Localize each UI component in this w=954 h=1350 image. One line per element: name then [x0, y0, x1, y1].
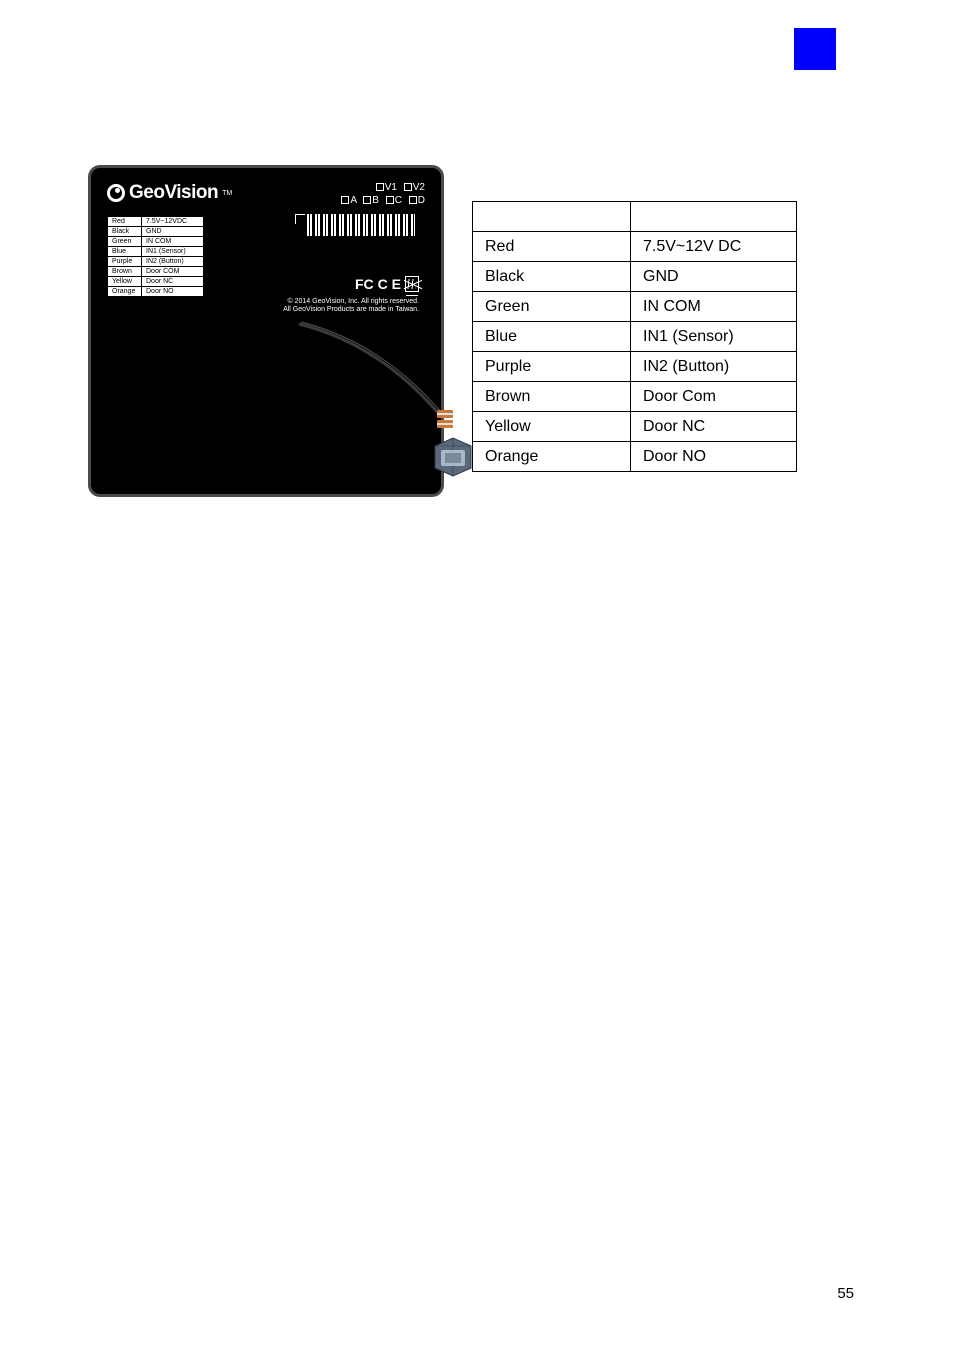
table-row: BlueIN1 (Sensor) — [473, 322, 797, 352]
brand-text: GeoVision — [129, 182, 218, 204]
table-row: BrownDoor Com — [473, 382, 797, 412]
table-row: PurpleIN2 (Button) — [473, 352, 797, 382]
table-row: YellowDoor NC — [108, 277, 204, 287]
table-row: OrangeDoor NO — [473, 442, 797, 472]
brand-logo: GeoVision TM — [107, 182, 232, 204]
wire-definition-table: Red7.5V~12V DC BlackGND GreenIN COM Blue… — [472, 201, 797, 472]
content-row: GeoVision TM V1 V2 A B C D — [88, 165, 797, 497]
table-row: OrangeDoor NO — [108, 287, 204, 297]
table-row: BlackGND — [108, 227, 204, 237]
certification-icons: FC C E — [355, 276, 419, 292]
ce-icon: C E — [378, 276, 401, 292]
table-header-row — [473, 202, 797, 232]
table-row: Red7.5V~12VDC — [108, 217, 204, 227]
table-row: Red7.5V~12V DC — [473, 232, 797, 262]
weee-bin-icon — [405, 276, 419, 292]
table-row: YellowDoor NC — [473, 412, 797, 442]
table-row: GreenIN COM — [108, 237, 204, 247]
page-number: 55 — [837, 1285, 854, 1302]
cable-illustration — [279, 314, 499, 484]
header-blue-square — [794, 28, 836, 70]
table-row: BlackGND — [473, 262, 797, 292]
copyright-text: © 2014 GeoVision, Inc. All rights reserv… — [283, 298, 419, 315]
fcc-icon: FC — [355, 276, 374, 292]
version-checkboxes: V1 V2 A B C D — [337, 182, 425, 208]
trademark: TM — [222, 190, 232, 197]
table-row: BlueIN1 (Sensor) — [108, 247, 204, 257]
col-definition — [631, 202, 797, 232]
table-row: PurpleIN2 (Button) — [108, 257, 204, 267]
col-wire — [473, 202, 631, 232]
table-row: GreenIN COM — [473, 292, 797, 322]
barcode — [295, 214, 425, 241]
mini-wire-table: Red7.5V~12VDC BlackGND GreenIN COM BlueI… — [107, 216, 204, 297]
table-row: BrownDoor COM — [108, 267, 204, 277]
logo-eye-icon — [107, 184, 125, 202]
device-diagram: GeoVision TM V1 V2 A B C D — [88, 165, 444, 497]
